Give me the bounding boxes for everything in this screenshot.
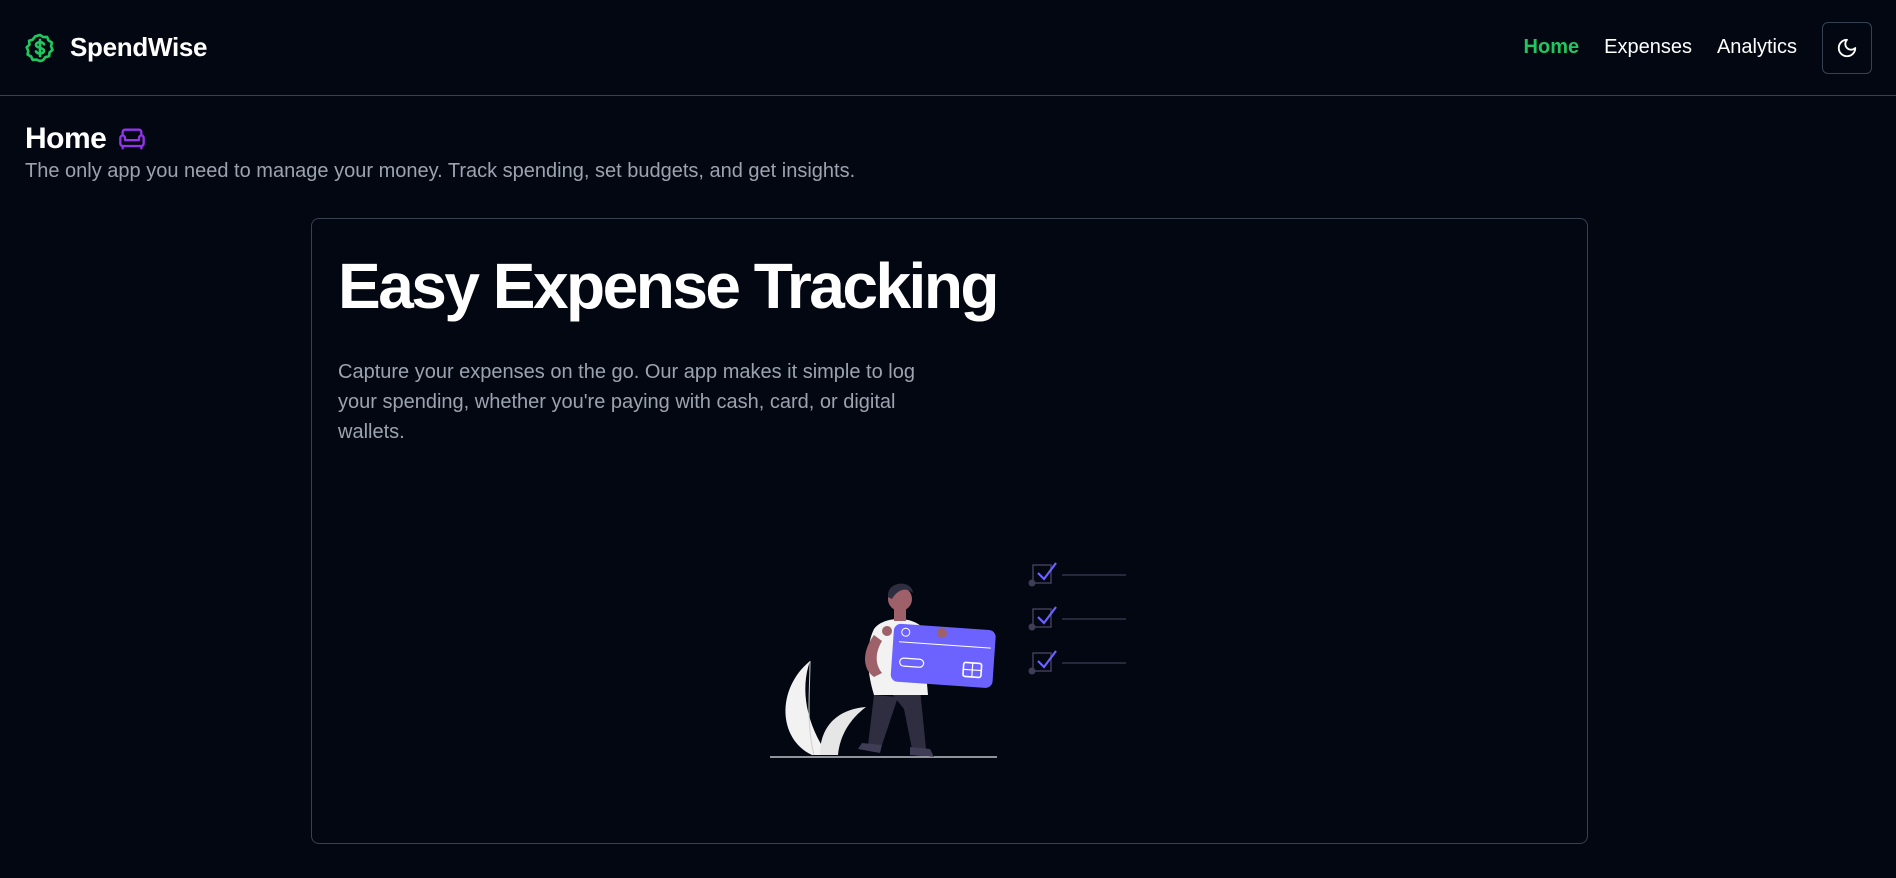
brand[interactable]: SpendWise	[24, 32, 208, 64]
page-subtitle: The only app you need to manage your mon…	[25, 160, 856, 182]
navbar: SpendWise Home Expenses Analytics	[0, 0, 1896, 96]
moon-icon	[1836, 37, 1858, 59]
title-row: Home	[25, 122, 1871, 156]
hero-title: Easy Expense Tracking	[338, 250, 1000, 322]
nav-expenses-link[interactable]: Expenses	[1604, 36, 1692, 59]
brand-name: SpendWise	[70, 32, 208, 62]
page-header: Home The only app you need to manage you…	[0, 96, 1896, 183]
page-title: Home	[25, 122, 107, 155]
hero-card: Easy Expense Tracking Capture your expen…	[311, 218, 1588, 844]
dollar-circle-icon	[24, 32, 56, 64]
theme-toggle-button[interactable]	[1822, 21, 1872, 74]
person-holding-credit-card-illustration	[770, 519, 1170, 779]
main-nav: Home Expenses Analytics	[1499, 21, 1872, 74]
nav-analytics-link[interactable]: Analytics	[1717, 36, 1797, 59]
nav-home-link[interactable]: Home	[1524, 36, 1580, 59]
hero-description: Capture your expenses on the go. Our app…	[338, 361, 915, 443]
sofa-icon	[118, 125, 146, 153]
